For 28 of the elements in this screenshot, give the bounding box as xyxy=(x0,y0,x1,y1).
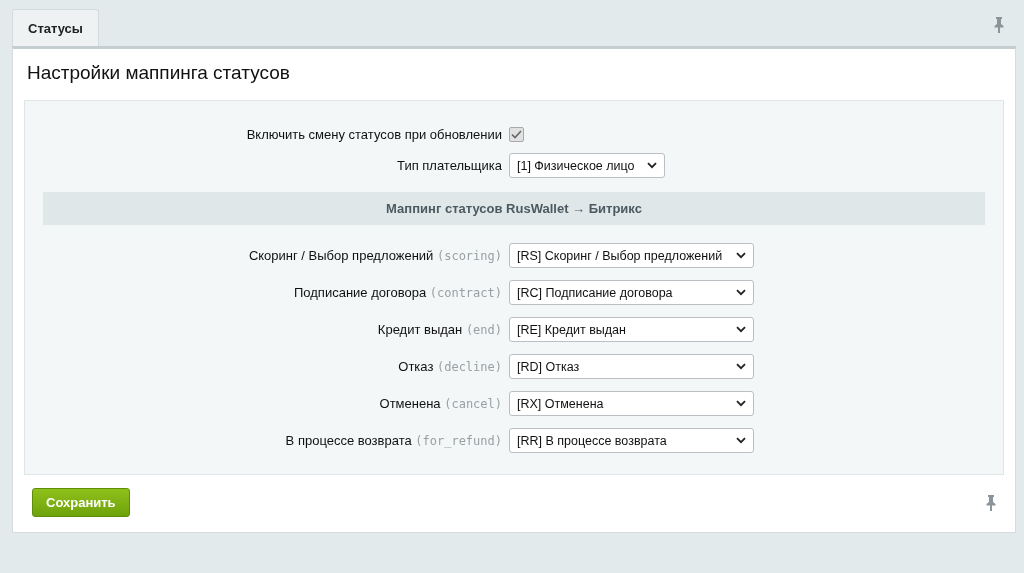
chevron-icon xyxy=(736,437,746,444)
field-label: Кредит выдан (end) xyxy=(376,322,503,337)
field-label: Скоринг / Выбор предложений (scoring) xyxy=(247,248,503,263)
chevron-icon xyxy=(736,363,746,370)
chevron-icon xyxy=(736,252,746,259)
field-label: В процессе возврата (for_refund) xyxy=(284,433,503,448)
tab[interactable]: Статусы xyxy=(12,9,99,46)
pin-icon[interactable] xyxy=(986,494,996,511)
chevron-icon xyxy=(736,326,746,333)
page-title: Настройки маппинга статусов xyxy=(26,61,291,85)
dropdown[interactable]: [RS] Скоринг / Выбор предложений xyxy=(509,243,754,268)
chevron-icon xyxy=(647,162,657,169)
section-header: Маппинг статусов RusWallet → Битрикс xyxy=(43,192,985,225)
pin-icon[interactable] xyxy=(994,17,1004,33)
field-label: Отменена (cancel) xyxy=(378,396,503,411)
chevron-icon xyxy=(736,289,746,296)
dropdown[interactable]: [RC] Подписание договора xyxy=(509,280,754,305)
field-label: Тип плательщика xyxy=(396,158,503,173)
field-label: Включить смену статусов при обновлении xyxy=(245,127,503,142)
chevron-icon xyxy=(736,400,746,407)
dropdown[interactable]: [1] Физическое лицо xyxy=(509,153,665,178)
field-label: Отказ (decline) xyxy=(397,359,503,374)
checkbox[interactable] xyxy=(509,127,524,142)
dropdown[interactable]: [RR] В процессе возврата xyxy=(509,428,754,453)
dropdown[interactable]: [RX] Отменена xyxy=(509,391,754,416)
dropdown[interactable]: [RE] Кредит выдан xyxy=(509,317,754,342)
dropdown[interactable]: [RD] Отказ xyxy=(509,354,754,379)
field-label: Подписание договора (contract) xyxy=(293,285,503,300)
